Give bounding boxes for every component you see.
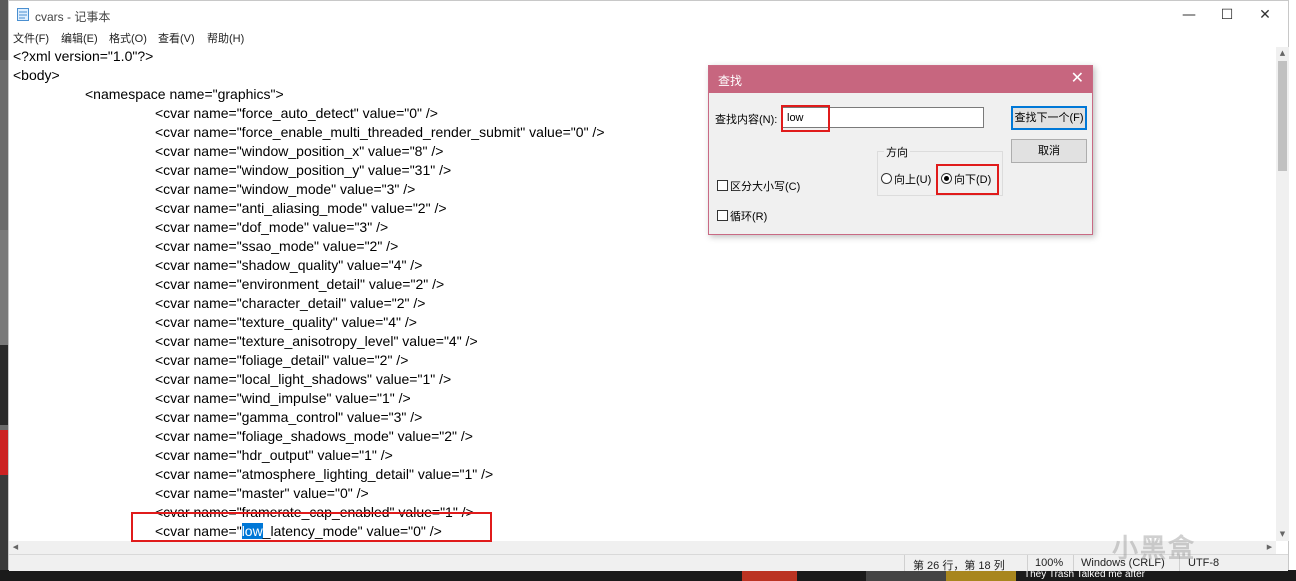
text-line: <namespace name="graphics"> bbox=[85, 86, 284, 102]
direction-up-label[interactable]: 向上(U) bbox=[894, 171, 931, 187]
menu-bar: 文件(F) 编辑(E) 格式(O) 查看(V) 帮助(H) bbox=[9, 29, 1288, 47]
notepad-icon bbox=[17, 8, 29, 21]
find-dialog: 查找 ✕ 查找内容(N): 查找下一个(F) 取消 方向 向上(U) 向下(D)… bbox=[708, 65, 1093, 235]
text-line: <cvar name="atmosphere_lighting_detail" … bbox=[155, 466, 494, 482]
status-bar: 第 26 行，第 18 列 100% Windows (CRLF) UTF-8 bbox=[9, 554, 1288, 572]
text-line: <cvar name="gamma_control" value="3" /> bbox=[155, 409, 423, 425]
text-line: <cvar name="window_position_y" value="31… bbox=[155, 162, 452, 178]
text-line: <cvar name="environment_detail" value="2… bbox=[155, 276, 445, 292]
scroll-left-arrow-icon[interactable]: ◀ bbox=[9, 541, 22, 554]
scroll-right-arrow-icon[interactable]: ▶ bbox=[1263, 541, 1276, 554]
text-line: <cvar name="force_enable_multi_threaded_… bbox=[155, 124, 605, 140]
text-line: <cvar name="texture_quality" value="4" /… bbox=[155, 314, 417, 330]
status-divider bbox=[1027, 555, 1028, 571]
watermark-logo: 小黑盒 bbox=[1112, 534, 1197, 564]
menu-help[interactable]: 帮助(H) bbox=[207, 30, 244, 46]
vertical-scrollbar[interactable]: ▲ ▼ bbox=[1276, 47, 1289, 541]
text-line: <cvar name="window_mode" value="3" /> bbox=[155, 181, 416, 197]
cancel-button[interactable]: 取消 bbox=[1011, 139, 1087, 163]
text-line: <cvar name="foliage_shadows_mode" value=… bbox=[155, 428, 473, 444]
find-dialog-close-icon[interactable]: ✕ bbox=[1071, 68, 1084, 88]
scroll-up-arrow-icon[interactable]: ▲ bbox=[1276, 47, 1289, 60]
find-next-button[interactable]: 查找下一个(F) bbox=[1011, 106, 1087, 130]
notepad-window: cvars - 记事本 — ☐ ✕ 文件(F) 编辑(E) 格式(O) 查看(V… bbox=[8, 0, 1289, 572]
status-position: 第 26 行，第 18 列 bbox=[913, 560, 1005, 572]
menu-format[interactable]: 格式(O) bbox=[109, 30, 147, 46]
text-line: <cvar name="local_light_shadows" value="… bbox=[155, 371, 452, 387]
window-title: cvars - 记事本 bbox=[35, 10, 111, 24]
wrap-around-label[interactable]: 循环(R) bbox=[730, 208, 767, 224]
text-line: <cvar name="wind_impulse" value="1" /> bbox=[155, 390, 411, 406]
text-line: <cvar name="hdr_output" value="1" /> bbox=[155, 447, 393, 463]
find-dialog-title-bar: 查找 ✕ bbox=[709, 66, 1092, 93]
find-what-label: 查找内容(N): bbox=[715, 114, 778, 126]
direction-up-radio[interactable] bbox=[881, 173, 892, 184]
direction-label: 方向 bbox=[884, 144, 910, 160]
text-line: <cvar name="window_position_x" value="8"… bbox=[155, 143, 444, 159]
close-button[interactable]: ✕ bbox=[1242, 1, 1288, 29]
wrap-around-checkbox[interactable] bbox=[717, 210, 728, 221]
text-line: <cvar name="anti_aliasing_mode" value="2… bbox=[155, 200, 447, 216]
scroll-down-arrow-icon[interactable]: ▼ bbox=[1276, 528, 1289, 541]
scrollbar-thumb[interactable] bbox=[1278, 61, 1287, 171]
menu-view[interactable]: 查看(V) bbox=[158, 30, 195, 46]
find-input-highlight-box bbox=[781, 105, 830, 132]
background-desktop-strip bbox=[0, 0, 8, 581]
selected-line-highlight-box bbox=[131, 512, 492, 542]
background-video-strip: They Trash Talked me after bbox=[0, 569, 1296, 581]
find-dialog-title: 查找 bbox=[718, 74, 743, 88]
text-line: <cvar name="dof_mode" value="3" /> bbox=[155, 219, 389, 235]
text-line: <cvar name="foliage_detail" value="2" /> bbox=[155, 352, 409, 368]
status-zoom: 100% bbox=[1035, 557, 1064, 569]
text-line: <body> bbox=[13, 67, 60, 83]
text-line: <cvar name="character_detail" value="2" … bbox=[155, 295, 426, 311]
horizontal-scrollbar[interactable]: ◀ ▶ bbox=[9, 541, 1276, 554]
status-divider bbox=[1073, 555, 1074, 571]
match-case-label[interactable]: 区分大小写(C) bbox=[730, 178, 800, 194]
menu-edit[interactable]: 编辑(E) bbox=[61, 30, 98, 46]
text-line: <cvar name="master" value="0" /> bbox=[155, 485, 369, 501]
menu-file[interactable]: 文件(F) bbox=[13, 30, 49, 46]
title-bar: cvars - 记事本 — ☐ ✕ bbox=[9, 1, 1288, 29]
text-line: <cvar name="force_auto_detect" value="0"… bbox=[155, 105, 438, 121]
status-divider bbox=[904, 555, 905, 571]
direction-down-highlight-box bbox=[936, 164, 999, 195]
text-line: <cvar name="ssao_mode" value="2" /> bbox=[155, 238, 399, 254]
text-line: <cvar name="texture_anisotropy_level" va… bbox=[155, 333, 478, 349]
text-line: <?xml version="1.0"?> bbox=[13, 48, 154, 64]
text-line: <cvar name="shadow_quality" value="4" /> bbox=[155, 257, 423, 273]
match-case-checkbox[interactable] bbox=[717, 180, 728, 191]
